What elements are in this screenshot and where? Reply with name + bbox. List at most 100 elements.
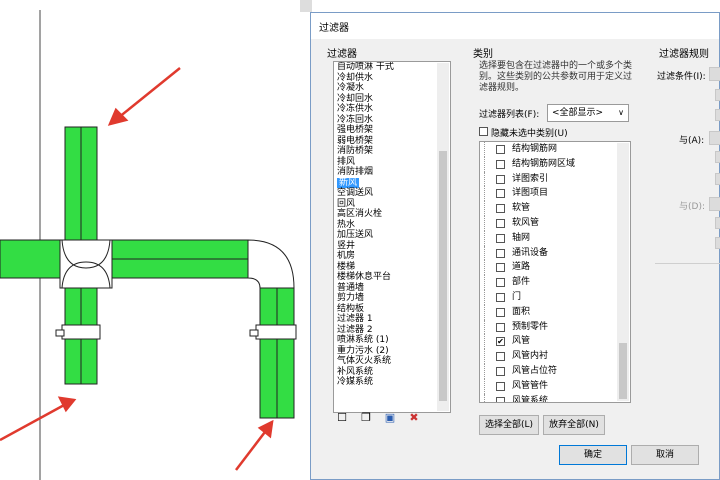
categories-scroll-thumb[interactable] bbox=[619, 343, 627, 399]
filter-list-item[interactable]: 结构板 bbox=[334, 304, 450, 315]
filter-list-item[interactable]: 补风系统 bbox=[334, 367, 450, 378]
filter-list-item[interactable]: 冷冻回水 bbox=[334, 115, 450, 126]
filter-list-item[interactable]: 气体灭火系统 bbox=[334, 356, 450, 367]
category-checkbox[interactable]: ✔ bbox=[496, 337, 505, 347]
filters-label: 过滤器 bbox=[327, 49, 357, 60]
filter-list-item[interactable]: 重力污水 (2) bbox=[334, 346, 450, 357]
select-all-button[interactable]: 选择全部(L) bbox=[479, 415, 539, 435]
category-checkbox[interactable] bbox=[496, 189, 505, 199]
category-checkbox[interactable] bbox=[496, 218, 505, 228]
filters-listbox[interactable]: 自动喷淋 干式 冷却供水 冷凝水 冷却回水 冷冻供水 冷冻回水 强电桥架 弱电桥架 消防桥架 排风… bbox=[333, 61, 451, 413]
and-combo-4[interactable] bbox=[715, 217, 720, 229]
filter-list-item[interactable]: 剪力墙 bbox=[334, 293, 450, 304]
category-list-item[interactable]: 风管系统 bbox=[480, 393, 630, 402]
category-checkbox[interactable] bbox=[496, 352, 505, 362]
category-checkbox[interactable] bbox=[496, 145, 505, 154]
categories-scrollbar[interactable] bbox=[617, 143, 629, 401]
category-list-item[interactable]: 软管 bbox=[480, 201, 630, 216]
filter-list-item[interactable]: 冷却回水 bbox=[334, 94, 450, 105]
filters-scrollbar[interactable] bbox=[437, 63, 449, 411]
new-filter-icon[interactable]: ☐ bbox=[335, 411, 349, 425]
category-list-item[interactable]: 详图项目 bbox=[480, 186, 630, 202]
filter-list-item[interactable]: 热水 bbox=[334, 220, 450, 231]
filter-list-item[interactable]: 消防桥架 bbox=[334, 146, 450, 157]
category-list-item[interactable]: 风管管件 bbox=[480, 378, 630, 394]
category-checkbox[interactable] bbox=[496, 366, 505, 376]
filter-list-item-label: 冷媒系统 bbox=[337, 377, 374, 387]
filter-list-item[interactable]: 普通墙 bbox=[334, 283, 450, 294]
category-checkbox[interactable] bbox=[496, 278, 505, 288]
category-list-item[interactable]: 轴网 bbox=[480, 230, 630, 246]
filter-list-item[interactable]: 高区消火栓 bbox=[334, 209, 450, 220]
filter-list-item[interactable]: 冷冻供水 bbox=[334, 104, 450, 115]
filter-list-item[interactable]: 冷却供水 bbox=[334, 73, 450, 84]
duct-left-horizontal[interactable] bbox=[0, 239, 63, 279]
categories-listbox[interactable]: 结构钢筋网 结构钢筋网区域 详图索引 详图项目 软管 软风管 轴网 通讯设备 道路 部件门面积 预制… bbox=[479, 141, 631, 403]
category-list-item[interactable]: 风管内衬 bbox=[480, 349, 630, 364]
filter-list-item[interactable]: 强电桥架 bbox=[334, 125, 450, 136]
elbow-fitting[interactable] bbox=[247, 239, 295, 289]
category-list-item[interactable]: ✔ 风管 bbox=[480, 334, 630, 350]
category-list-item[interactable]: 通讯设备 bbox=[480, 245, 630, 261]
condition-combo-1[interactable] bbox=[709, 67, 720, 81]
filter-list-item[interactable]: 竖井 bbox=[334, 241, 450, 252]
category-checkbox[interactable] bbox=[496, 233, 505, 243]
filter-list-item[interactable]: 回风 bbox=[334, 199, 450, 210]
category-checkbox[interactable] bbox=[496, 322, 505, 332]
rename-filter-icon[interactable]: ▣ bbox=[383, 411, 397, 425]
filter-list-item[interactable]: 加压送风 bbox=[334, 230, 450, 241]
filter-list-item[interactable]: 楼梯 bbox=[334, 262, 450, 273]
category-list-item[interactable]: 软风管 bbox=[480, 215, 630, 231]
and-value-2[interactable] bbox=[715, 237, 720, 249]
category-list-item[interactable]: 部件 bbox=[480, 275, 630, 290]
category-list-item[interactable]: 预制零件 bbox=[480, 319, 630, 335]
category-checkbox[interactable] bbox=[496, 381, 505, 391]
deselect-all-button[interactable]: 放弃全部(N) bbox=[543, 415, 605, 435]
cancel-button[interactable]: 取消 bbox=[631, 445, 699, 465]
condition-combo-2[interactable] bbox=[715, 89, 720, 101]
filter-list-item[interactable]: 过滤器 2 bbox=[334, 325, 450, 336]
category-list-item[interactable]: 详图索引 bbox=[480, 171, 630, 187]
category-list-item[interactable]: 面积 bbox=[480, 304, 630, 320]
condition-value-1[interactable] bbox=[715, 109, 720, 121]
tee-fitting[interactable] bbox=[59, 239, 113, 289]
category-list-item[interactable]: 门 bbox=[480, 289, 630, 305]
category-list-item[interactable]: 风管占位符 bbox=[480, 363, 630, 379]
category-checkbox[interactable] bbox=[496, 159, 505, 169]
filter-list-item[interactable]: 喷淋系统 (1) bbox=[334, 335, 450, 346]
copy-filter-icon[interactable]: ❐ bbox=[359, 411, 373, 425]
category-checkbox[interactable] bbox=[496, 396, 505, 402]
filter-list-item[interactable]: 弱电桥架 bbox=[334, 136, 450, 147]
category-checkbox[interactable] bbox=[496, 174, 505, 184]
category-checkbox[interactable] bbox=[496, 248, 505, 258]
filter-list-combo[interactable]: <全部显示> ∨ bbox=[547, 104, 629, 122]
hide-unchecked-checkbox[interactable] bbox=[479, 127, 488, 136]
and-combo-3[interactable] bbox=[709, 197, 720, 211]
category-checkbox[interactable] bbox=[496, 292, 505, 302]
filters-scroll-thumb[interactable] bbox=[439, 151, 447, 401]
cad-drawing-area[interactable] bbox=[0, 0, 312, 480]
filter-list-item[interactable]: 排风 bbox=[334, 157, 450, 168]
filter-list-item[interactable]: 自动喷淋 干式 bbox=[334, 62, 450, 73]
filter-list-item[interactable]: 楼梯休息平台 bbox=[334, 272, 450, 283]
and-value-1[interactable] bbox=[715, 173, 720, 185]
and-combo-1[interactable] bbox=[709, 131, 720, 145]
filter-list-item[interactable]: 冷媒系统 bbox=[334, 377, 450, 388]
delete-filter-icon[interactable]: ✖ bbox=[407, 411, 421, 425]
category-list-item[interactable]: 结构钢筋网区域 bbox=[480, 156, 630, 172]
filter-list-item[interactable]: 冷凝水 bbox=[334, 83, 450, 94]
category-checkbox[interactable] bbox=[496, 307, 505, 317]
tree-line bbox=[484, 215, 492, 231]
category-checkbox[interactable] bbox=[496, 263, 505, 273]
filter-list-item[interactable]: 过滤器 1 bbox=[334, 314, 450, 325]
dialog-titlebar[interactable]: 过滤器 bbox=[311, 13, 719, 39]
filter-list-item[interactable]: 新风 bbox=[334, 177, 450, 189]
category-checkbox[interactable] bbox=[496, 204, 505, 214]
filter-list-item[interactable]: 空调送风 bbox=[334, 188, 450, 199]
filter-list-item[interactable]: 机房 bbox=[334, 251, 450, 262]
ok-button[interactable]: 确定 bbox=[559, 445, 627, 465]
category-list-item[interactable]: 道路 bbox=[480, 260, 630, 276]
and-combo-2[interactable] bbox=[715, 151, 720, 163]
category-list-item[interactable]: 结构钢筋网 bbox=[480, 142, 630, 157]
filter-list-item[interactable]: 消防排烟 bbox=[334, 167, 450, 178]
